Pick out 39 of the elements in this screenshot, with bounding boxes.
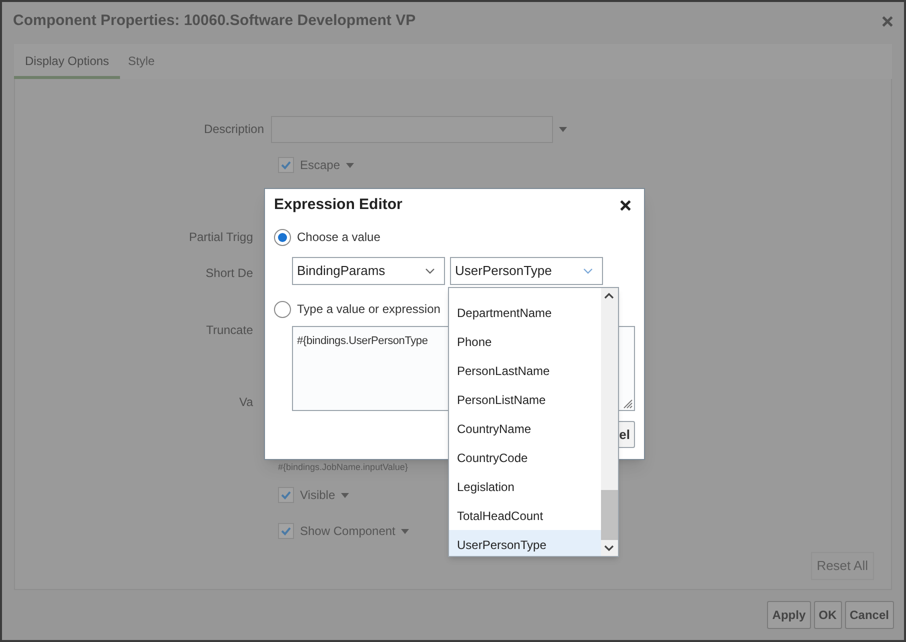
window-title: Component Properties: 10060.Software Development VP [13, 10, 416, 31]
scrollbar-thumb[interactable] [601, 490, 618, 540]
footer-button[interactable]: Cancel [844, 601, 894, 629]
chevron-down-icon[interactable] [583, 268, 593, 274]
caret-icon[interactable] [559, 126, 567, 132]
field-label: Truncate [205, 322, 253, 339]
chevron-down-icon[interactable] [425, 268, 435, 274]
hint-text: #{bindings.JobName.inputValue} [278, 461, 408, 474]
radio-label: Choose a value [297, 229, 380, 246]
scroll-down-icon[interactable] [604, 544, 614, 552]
checkmark-icon [280, 525, 292, 537]
close-icon[interactable] [620, 200, 631, 210]
checkbox-label: Escape [300, 157, 340, 174]
checkbox[interactable] [278, 157, 294, 173]
caret-icon[interactable] [346, 162, 354, 168]
checkbox-label: Visible [300, 487, 336, 504]
checkbox-label: Show Component [300, 523, 396, 540]
scroll-up-icon[interactable] [604, 292, 614, 300]
footer-button[interactable]: Apply [767, 601, 811, 629]
resize-grip-icon[interactable] [621, 397, 633, 409]
field-label: Partial Trigg [188, 229, 253, 246]
select-field[interactable]: UserPersonType [450, 257, 603, 285]
radio-button[interactable] [274, 228, 291, 246]
checkbox[interactable] [278, 523, 294, 539]
caret-icon[interactable] [401, 528, 410, 534]
checkmark-icon [280, 159, 292, 171]
dialog-title: Expression Editor [274, 194, 402, 215]
radio-label: Type a value or expression [297, 301, 440, 318]
footer-button[interactable]: OK [814, 601, 842, 629]
field-label: Va [238, 394, 253, 411]
select-field[interactable]: BindingParams [292, 257, 445, 285]
checkbox[interactable] [278, 487, 294, 503]
field-label: Short De [204, 265, 253, 282]
dropdown-item[interactable]: UserPersonType [449, 530, 601, 556]
checkmark-icon [280, 489, 292, 501]
scrollbar[interactable] [601, 288, 618, 556]
radio-button[interactable] [274, 300, 291, 318]
field-label: Description [202, 121, 265, 138]
caret-icon[interactable] [341, 492, 350, 498]
